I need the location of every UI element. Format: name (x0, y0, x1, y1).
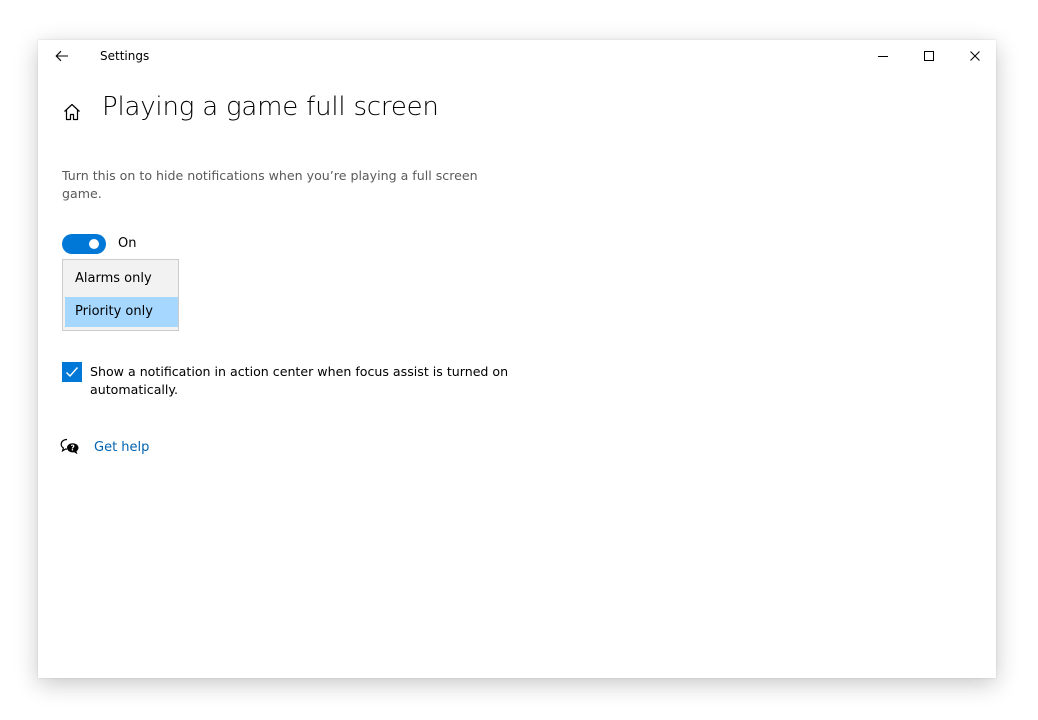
dropdown-option-alarms-only[interactable]: Alarms only (65, 264, 178, 294)
app-title: Settings (100, 49, 150, 63)
toggle-knob (89, 239, 99, 249)
close-icon (970, 51, 980, 61)
title-bar: Settings (38, 40, 996, 72)
toggle-description: Turn this on to hide notifications when … (62, 168, 478, 201)
page-title: Playing a game full screen (102, 92, 439, 122)
home-icon (64, 103, 80, 121)
home-button[interactable] (60, 100, 84, 124)
minimize-button[interactable] (860, 40, 906, 72)
checkbox-label: Show a notification in action center whe… (90, 364, 509, 397)
maximize-button[interactable] (906, 40, 952, 72)
back-button[interactable] (46, 40, 78, 72)
dropdown-option-priority-only[interactable]: Priority only (65, 297, 178, 327)
show-notification-checkbox[interactable] (62, 362, 82, 382)
maximize-icon (924, 51, 934, 61)
get-help-link[interactable]: Get help (94, 440, 149, 455)
svg-text:?: ? (71, 444, 75, 453)
help-chat-icon: ? (60, 438, 79, 455)
fullscreen-game-toggle[interactable] (62, 234, 106, 254)
back-arrow-icon (55, 50, 68, 62)
settings-window: Settings Playing a game full screen Turn… (38, 40, 996, 678)
toggle-state-label: On (118, 236, 137, 251)
checkmark-icon (66, 367, 79, 378)
minimize-icon (878, 56, 888, 57)
close-button[interactable] (952, 40, 998, 72)
focus-level-dropdown: Alarms only Priority only (62, 259, 179, 331)
